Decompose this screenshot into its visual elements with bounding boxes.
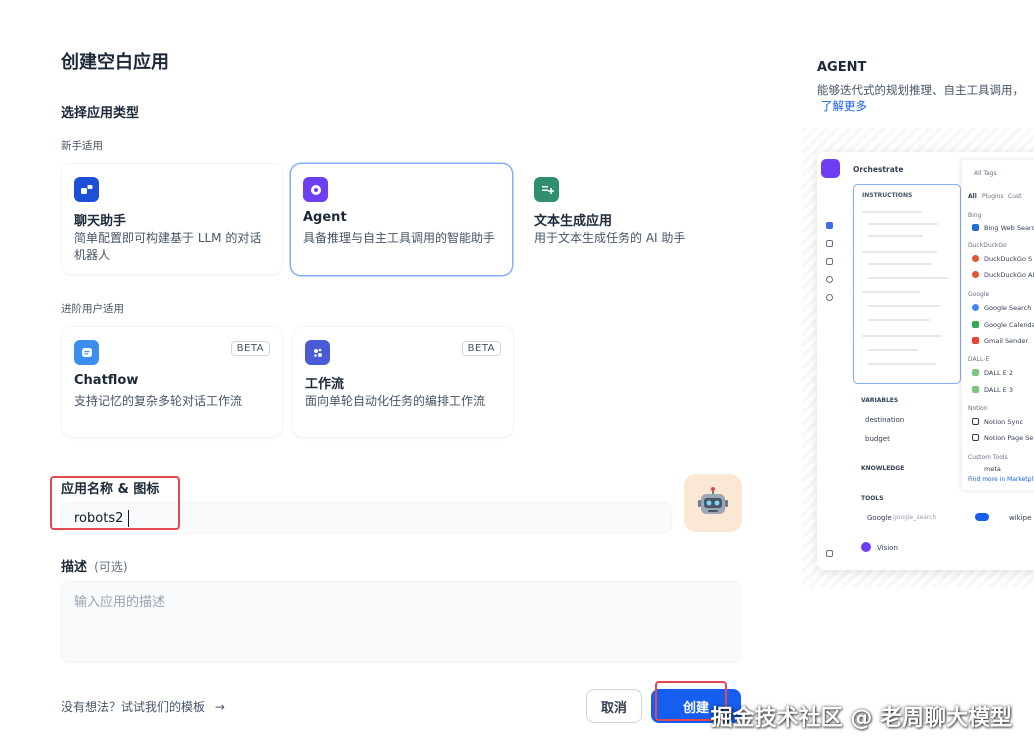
tab-plugins: Plugins — [982, 193, 1004, 200]
tool-item: Notion Sync — [984, 418, 1024, 426]
find-more-link: Find more in Marketpl — [968, 476, 1034, 483]
sidebar-icon — [826, 222, 833, 229]
preview-desc: 能够迭代式的规划推理、自主工具调用， — [817, 83, 1024, 97]
robot-emoji-icon — [698, 487, 728, 514]
tool-item: DuckDuckGo AI — [984, 271, 1034, 279]
app-type-section-title: 选择应用类型 — [61, 106, 140, 121]
app-type-card-chatflow[interactable]: BETA Chatflow 支持记忆的复杂多轮对话工作流 — [62, 327, 282, 437]
variable-budget: budget — [865, 435, 890, 443]
app-type-card-workflow[interactable]: BETA 工作流 面向单轮自动化任务的编排工作流 — [293, 327, 513, 437]
preview-heading: AGENT — [817, 60, 867, 75]
text-generate-icon — [534, 177, 559, 202]
app-type-desc: 具备推理与自主工具调用的智能助手 — [303, 231, 496, 245]
advanced-label: 进阶用户适用 — [61, 303, 124, 315]
beta-badge: BETA — [230, 341, 270, 356]
create-app-dialog: 创建空白应用 选择应用类型 新手适用 聊天助手 简单配置即可构建基于 LLM 的… — [0, 0, 790, 748]
tool-item: meta — [984, 465, 1001, 473]
app-type-card-agent[interactable]: Agent 具备推理与自主工具调用的智能助手 — [291, 164, 512, 275]
description-placeholder: 输入应用的描述 — [74, 595, 166, 610]
group-label: DuckDuckGo — [968, 242, 1007, 249]
beginner-label: 新手适用 — [61, 140, 103, 152]
tool-google: Google — [867, 514, 892, 522]
all-tags-select: All Tags — [974, 170, 997, 177]
app-name-section-title: 应用名称 & 图标 — [61, 482, 160, 497]
app-type-card-text-generate[interactable]: 文本生成应用 用于文本生成任务的 AI 助手 — [522, 164, 740, 274]
cancel-button[interactable]: 取消 — [586, 689, 642, 723]
agent-icon — [303, 177, 328, 202]
toggle-switch — [975, 513, 989, 521]
app-type-desc: 用于文本生成任务的 AI 助手 — [534, 231, 686, 245]
sidebar-icon — [826, 294, 833, 301]
sidebar-icon — [826, 550, 833, 557]
tool-item: DALL E 3 — [984, 386, 1013, 394]
learn-more-link[interactable]: 了解更多 — [821, 98, 867, 114]
vision-label: Vision — [877, 544, 898, 552]
preview-screenshot: Orchestrate INSTRUCTIONS VARIABLES desti… — [817, 152, 1034, 570]
tool-item: DALL E 2 — [984, 369, 1013, 377]
app-icon-picker[interactable] — [684, 474, 742, 532]
optional-label: (可选) — [94, 560, 128, 574]
text-cursor — [128, 510, 129, 527]
sidebar-icon — [826, 276, 833, 283]
variables-label: VARIABLES — [861, 397, 899, 404]
tab-custom: Cust — [1008, 193, 1022, 200]
instructions-label: INSTRUCTIONS — [862, 192, 913, 199]
app-type-desc: 支持记忆的复杂多轮对话工作流 — [74, 394, 243, 408]
app-name-value: robots2 — [74, 511, 124, 526]
group-label: Notion — [968, 405, 988, 412]
tool-item: DuckDuckGo S — [984, 255, 1033, 263]
chat-bot-icon — [74, 177, 99, 202]
tools-dropdown: All Tags All Plugins Cust Bing Bing Web … — [962, 160, 1034, 490]
tab-all: All — [968, 193, 977, 200]
vision-icon — [861, 542, 871, 552]
app-type-card-chat[interactable]: 聊天助手 简单配置即可构建基于 LLM 的对话机器人 — [62, 164, 282, 274]
app-type-title: 文本生成应用 — [534, 214, 613, 229]
agent-preview-panel: AGENT 能够迭代式的规划推理、自主工具调用， 了解更多 Orchestrat… — [790, 0, 1034, 748]
app-type-title: Agent — [303, 210, 347, 225]
sidebar-icon — [826, 240, 833, 247]
beta-badge: BETA — [461, 341, 501, 356]
knowledge-label: KNOWLEDGE — [861, 465, 905, 472]
dialog-title: 创建空白应用 — [61, 52, 169, 73]
app-type-desc: 简单配置即可构建基于 LLM 的对话机器人 — [74, 231, 262, 262]
arrow-right-icon: → — [214, 700, 225, 714]
app-type-desc: 面向单轮自动化任务的编排工作流 — [305, 394, 486, 408]
group-label: Custom Tools — [968, 454, 1008, 461]
tool-item: Bing Web Search — [984, 224, 1034, 232]
variable-destination: destination — [865, 416, 905, 424]
tool-item: Notion Page Se — [984, 434, 1034, 442]
app-name-input[interactable]: robots2 — [61, 502, 672, 534]
chatflow-icon — [74, 340, 99, 365]
description-section-title: 描述 (可选) — [61, 556, 128, 575]
app-type-title: Chatflow — [74, 373, 139, 388]
app-type-title: 工作流 — [305, 377, 345, 392]
tools-label: TOOLS — [861, 495, 884, 502]
description-label: 描述 — [61, 560, 88, 575]
tool-item: Gmail Sender — [984, 337, 1029, 345]
group-label: DALL-E — [968, 356, 990, 363]
group-label: Bing — [968, 212, 982, 219]
group-label: Google — [968, 291, 990, 298]
watermark: 掘金技术社区 @ 老周聊大模型 — [710, 706, 1012, 731]
app-type-title: 聊天助手 — [74, 214, 127, 229]
tool-item: Google Calenda — [984, 321, 1034, 329]
tool-item: Google Search — [984, 304, 1032, 312]
tool-google-sub: google_search — [893, 514, 937, 521]
template-hint: 没有想法？试试我们的模板 — [61, 700, 206, 714]
tool-wikipedia: wikipe — [1009, 514, 1032, 522]
instructions-box: INSTRUCTIONS — [853, 184, 961, 384]
template-link[interactable]: 没有想法？试试我们的模板 → — [61, 698, 225, 715]
robot-icon — [821, 159, 840, 178]
orchestrate-title: Orchestrate — [853, 165, 904, 174]
workflow-icon — [305, 340, 330, 365]
sidebar-icon — [826, 258, 833, 265]
description-textarea[interactable]: 输入应用的描述 — [61, 581, 741, 663]
